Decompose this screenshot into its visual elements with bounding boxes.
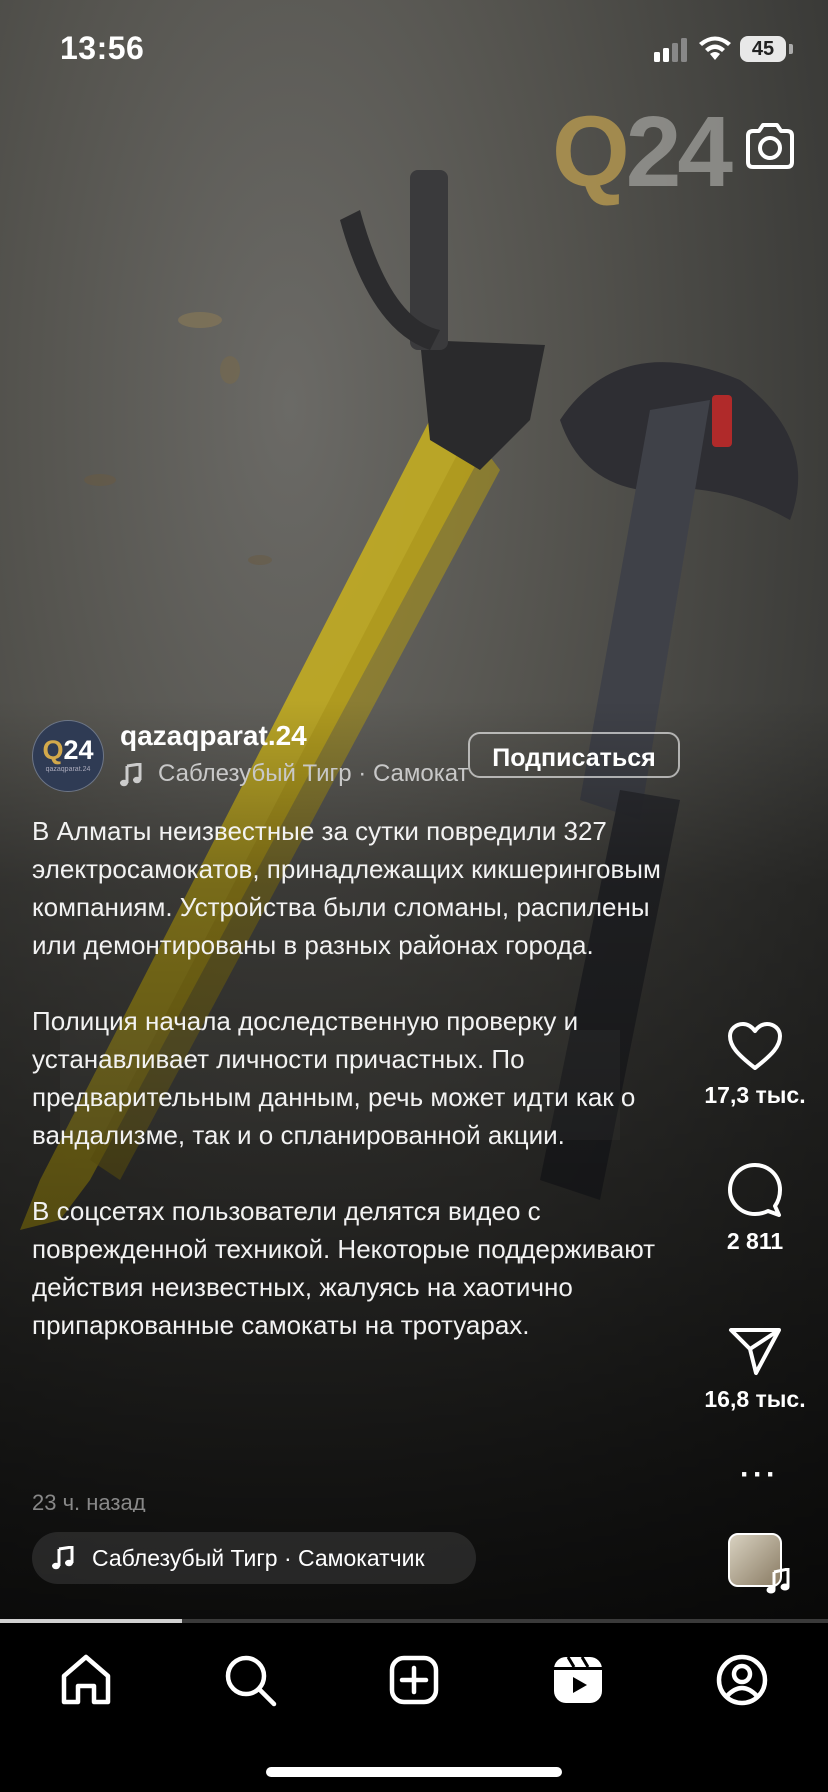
home-indicator[interactable] [266,1767,562,1777]
comment-action[interactable]: 2 811 [690,1162,820,1255]
avatar-sub: qazaqparat.24 [45,766,91,773]
audio-pill-label: Саблезубый Тигр · Самокатчик [92,1545,425,1571]
username[interactable]: qazaqparat.24 [120,720,307,752]
avatar[interactable]: Q24 qazaqparat.24 [32,720,104,792]
post-time: 23 ч. назад [32,1490,146,1512]
share-count: 16,8 тыс. [704,1386,806,1412]
caption-paragraph-1: В Алматы неизвестные за сутки повредили … [32,816,661,960]
music-ticker[interactable]: Саблезубый Тигр · Самокатчик [120,760,470,794]
status-bar: 13:56 45 [0,0,828,100]
camera-icon[interactable] [742,118,798,174]
comment-count: 2 811 [726,1228,784,1254]
wifi-icon [699,36,731,60]
music-note-icon [52,1546,74,1570]
home-icon[interactable] [56,1650,116,1710]
search-icon[interactable] [220,1650,280,1710]
caption-paragraph-3: В соцсетях пользователи делятся видео с … [32,1196,656,1340]
audio-pill[interactable]: Саблезубый Тигр · Самокатчик [32,1532,476,1584]
music-note-icon [766,1568,790,1594]
profile-icon[interactable] [712,1650,772,1710]
share-action[interactable]: 16,8 тыс. [690,1326,820,1413]
reels-screen: 13:56 45 Q24 Q24 qazaqparat.24 qazaqpara… [0,0,828,1792]
cellular-signal-icon [654,38,687,62]
status-time: 13:56 [60,30,145,66]
heart-icon[interactable] [727,1022,783,1072]
reels-icon[interactable] [548,1650,608,1710]
author-row: Q24 qazaqparat.24 qazaqparat.24 Саблезуб… [32,720,812,792]
like-count: 17,3 тыс. [704,1082,806,1108]
watermark-q: Q [552,96,630,208]
create-icon[interactable] [384,1650,444,1710]
music-ticker-label: Саблезубый Тигр · Самокатчик [158,760,470,787]
caption-paragraph-2: Полиция начала доследственную проверку и… [32,1006,636,1150]
video-watermark: Q24 [552,95,733,210]
music-note-icon [120,762,142,786]
more-options-icon[interactable]: ··· [740,1458,779,1492]
battery-indicator: 45 [740,36,786,62]
like-action[interactable]: 17,3 тыс. [690,1022,820,1109]
send-icon[interactable] [728,1326,782,1376]
watermark-num: 24 [625,96,733,208]
follow-button[interactable]: Подписаться [468,732,680,778]
avatar-logo: Q24 [42,735,94,765]
comment-icon[interactable] [727,1162,783,1218]
battery-tip [789,44,793,54]
post-caption[interactable]: В Алматы неизвестные за сутки повредили … [32,812,682,1382]
